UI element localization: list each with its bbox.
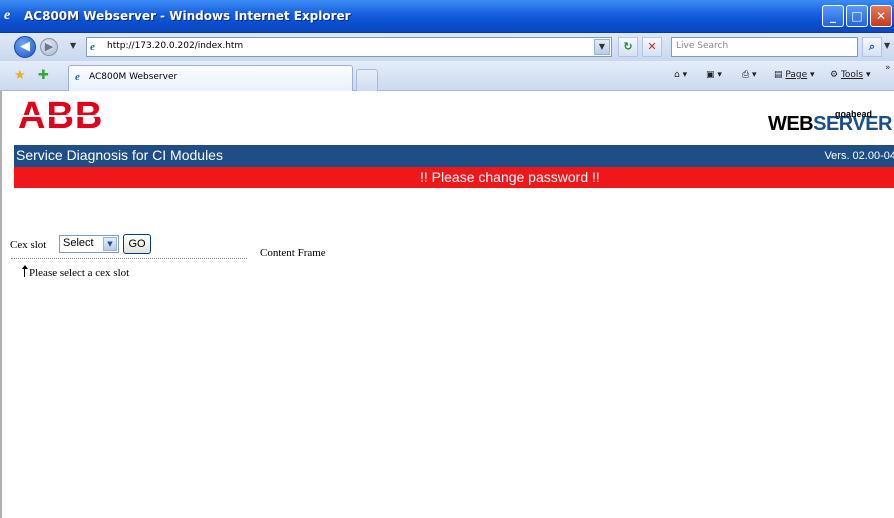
search-input[interactable]: Live Search (671, 37, 858, 57)
page-header: A B B goahead WEBSERVER (14, 91, 894, 145)
recent-pages-dropdown-icon[interactable]: ▼ (70, 41, 76, 50)
go-button[interactable]: GO (123, 234, 151, 254)
print-icon[interactable]: ⎙ ▾ (742, 70, 757, 80)
forward-button[interactable]: ▶ (40, 38, 58, 56)
address-url[interactable]: http://173.20.0.202/index.htm (107, 41, 243, 51)
favorites-star-icon[interactable]: ★ (14, 68, 26, 83)
address-dropdown-icon[interactable]: ▼ (594, 39, 610, 55)
abb-logo: A B B (18, 95, 102, 137)
goahead-webserver-logo: goahead WEBSERVER (767, 109, 893, 136)
select-slot-hint-text: Please select a cex slot (29, 267, 130, 279)
goahead-prefix: goahead (834, 109, 872, 119)
home-icon[interactable]: ⌂ ▾ (674, 70, 687, 80)
close-button[interactable]: ✕ (870, 5, 892, 27)
address-toolbar: ◀ ▶ ▼ e http://173.20.0.202/index.htm ▼ … (0, 33, 894, 61)
internet-explorer-icon: e (4, 8, 11, 23)
back-button[interactable]: ◀ (14, 36, 36, 58)
search-icon[interactable]: ⌕ (862, 37, 882, 57)
up-arrow-icon (22, 265, 28, 277)
refresh-button[interactable]: ↻ (618, 37, 638, 57)
tab-label: AC800M Webserver (89, 72, 178, 82)
abb-logo-letter: A (18, 95, 45, 137)
maximize-button[interactable]: □ (846, 5, 868, 27)
abb-logo-letter: B (74, 95, 102, 137)
tab-page-icon: e (75, 71, 80, 83)
dotted-divider (11, 258, 247, 259)
search-options-dropdown-icon[interactable]: ▼ (884, 41, 890, 50)
select-slot-hint: Please select a cex slot (22, 265, 129, 279)
new-tab-button[interactable] (356, 69, 378, 91)
page-title: Service Diagnosis for CI Modules (16, 147, 223, 163)
page-content: A B B goahead WEBSERVER Service Diagnosi… (0, 91, 894, 518)
minimize-button[interactable]: _ (822, 5, 844, 27)
password-warning-text: !! Please change password !! (420, 169, 600, 185)
page-menu-label: Page (785, 70, 808, 80)
window-title-bar: e AC800M Webserver - Windows Internet Ex… (0, 0, 894, 33)
password-warning-banner: !! Please change password !! (14, 167, 894, 188)
version-label: Vers. 02.00-04 (824, 150, 894, 162)
title-banner: Service Diagnosis for CI Modules Vers. 0… (14, 145, 894, 167)
tab-toolbar: ★ ✚ e AC800M Webserver ⌂ ▾ ▣ ▾ ⎙ ▾ ▤ Pag… (0, 61, 894, 91)
abb-logo-letter: B (46, 95, 74, 137)
more-commands-chevron-icon[interactable]: » (885, 63, 891, 73)
feeds-icon[interactable]: ▣ ▾ (706, 70, 722, 80)
page-menu[interactable]: ▤ Page ▾ (774, 70, 815, 80)
tools-menu[interactable]: ⚙ Tools ▾ (830, 70, 871, 80)
cex-slot-label: Cex slot (10, 239, 47, 251)
stop-button[interactable]: ✕ (642, 37, 662, 57)
chevron-down-icon[interactable]: ▼ (103, 237, 117, 251)
content-frame-label: Content Frame (260, 247, 326, 259)
page-icon: e (90, 41, 95, 53)
window-title: AC800M Webserver - Windows Internet Expl… (24, 9, 351, 23)
search-placeholder: Live Search (676, 41, 729, 51)
add-favorites-icon[interactable]: ✚ (38, 68, 49, 83)
cex-slot-select[interactable]: Select ▼ (59, 235, 119, 253)
tools-menu-label: Tools (840, 70, 864, 80)
webserver-web: WEB (767, 113, 814, 135)
address-field[interactable]: e http://173.20.0.202/index.htm ▼ (86, 37, 612, 57)
cex-slot-select-value: Select (63, 237, 94, 249)
tab-ac800m-webserver[interactable]: e AC800M Webserver (68, 65, 353, 91)
